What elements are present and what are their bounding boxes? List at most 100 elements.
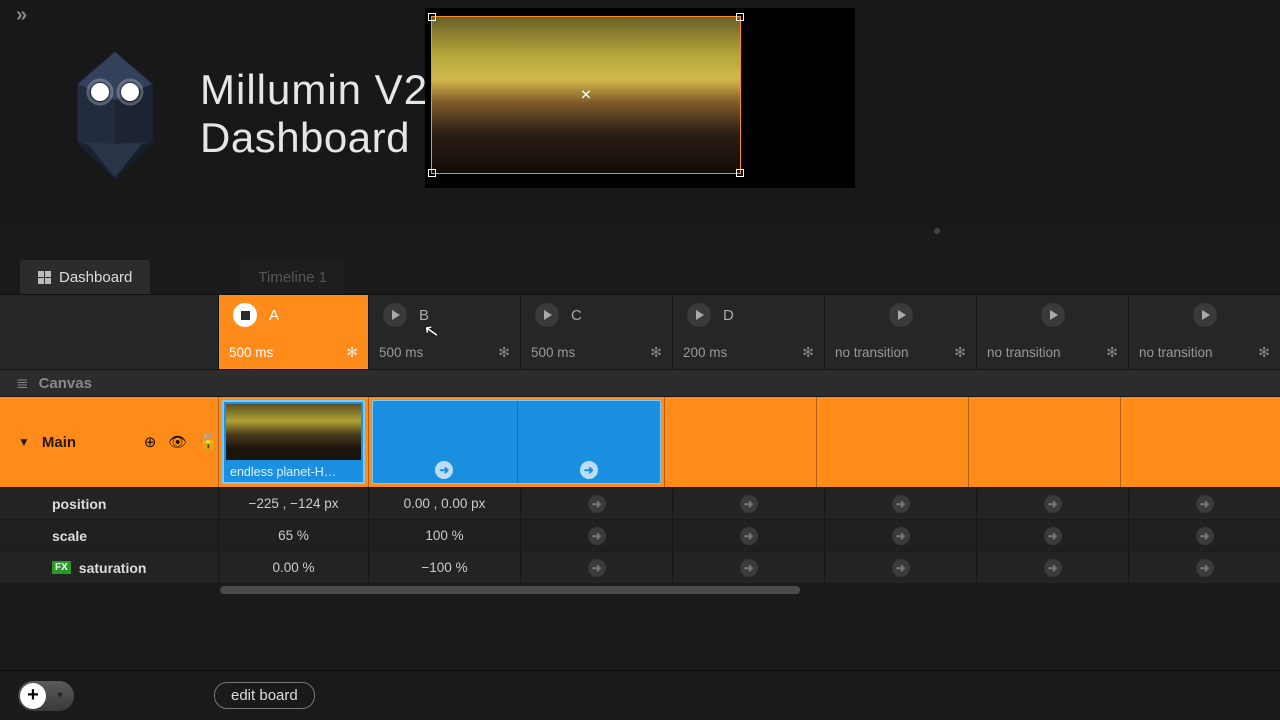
dashboard-grid-icon bbox=[38, 271, 51, 284]
expand-panel-icon[interactable]: » bbox=[16, 4, 27, 27]
horizontal-scrollbar[interactable] bbox=[0, 583, 1280, 597]
prop-scale-c[interactable]: ➜ bbox=[520, 520, 672, 551]
column-f[interactable]: no transition ✻ bbox=[976, 295, 1128, 369]
prop-saturation-c[interactable]: ➜ bbox=[520, 552, 672, 583]
disclosure-triangle-icon[interactable]: ▼ bbox=[18, 435, 30, 449]
prop-scale-f[interactable]: ➜ bbox=[976, 520, 1128, 551]
add-layer-button[interactable]: + ▾ bbox=[18, 681, 74, 711]
column-e[interactable]: no transition ✻ bbox=[824, 295, 976, 369]
clip-cell-bc[interactable]: ➜ ➜ bbox=[368, 397, 664, 487]
column-g[interactable]: no transition ✻ bbox=[1128, 295, 1280, 369]
app-title: Millumin V2 bbox=[200, 66, 428, 114]
stop-button[interactable] bbox=[233, 303, 257, 327]
dashboard-panel: A 500 ms ✻ B 500 ms ✻ C 500 ms bbox=[0, 294, 1280, 597]
prop-saturation-b[interactable]: −100 % bbox=[368, 552, 520, 583]
clip-continuation[interactable]: ➜ ➜ bbox=[372, 400, 661, 484]
gear-icon[interactable]: ✻ bbox=[650, 344, 662, 361]
prop-position-a[interactable]: −225 , −124 px bbox=[218, 488, 368, 519]
column-c-transition[interactable]: 500 ms bbox=[531, 345, 575, 360]
canvas-label: Canvas bbox=[39, 375, 92, 392]
selection-rect[interactable]: ✕ bbox=[431, 16, 741, 174]
canvas-preview-region: » Millumin V2 Dashboard ✕ bbox=[0, 0, 1280, 228]
prop-position-d[interactable]: ➜ bbox=[672, 488, 824, 519]
continue-arrow-icon[interactable]: ➜ bbox=[435, 461, 453, 479]
clip-cell-d[interactable] bbox=[664, 397, 816, 487]
prop-saturation-d[interactable]: ➜ bbox=[672, 552, 824, 583]
add-target-icon[interactable]: ⊕ bbox=[144, 433, 157, 451]
prop-position-e[interactable]: ➜ bbox=[824, 488, 976, 519]
prop-saturation-a[interactable]: 0.00 % bbox=[218, 552, 368, 583]
continue-arrow-icon: ➜ bbox=[1196, 559, 1214, 577]
prop-position-f[interactable]: ➜ bbox=[976, 488, 1128, 519]
clip-thumbnail bbox=[226, 404, 361, 460]
board-tabs: Dashboard Timeline 1 bbox=[20, 260, 345, 294]
prop-position-c[interactable]: ➜ bbox=[520, 488, 672, 519]
continue-arrow-icon: ➜ bbox=[1196, 527, 1214, 545]
resize-handle-tr[interactable] bbox=[736, 13, 744, 21]
prop-position-g[interactable]: ➜ bbox=[1128, 488, 1280, 519]
prop-scale-d[interactable]: ➜ bbox=[672, 520, 824, 551]
dropdown-chevron-icon[interactable]: ▾ bbox=[46, 690, 74, 701]
column-d-transition[interactable]: 200 ms bbox=[683, 345, 727, 360]
prop-saturation-f[interactable]: ➜ bbox=[976, 552, 1128, 583]
prop-saturation-e[interactable]: ➜ bbox=[824, 552, 976, 583]
column-g-transition[interactable]: no transition bbox=[1139, 345, 1213, 360]
column-c[interactable]: C 500 ms ✻ bbox=[520, 295, 672, 369]
continue-arrow-icon: ➜ bbox=[740, 559, 758, 577]
column-b-label: B bbox=[419, 307, 429, 324]
column-d[interactable]: D 200 ms ✻ bbox=[672, 295, 824, 369]
gear-icon[interactable]: ✻ bbox=[498, 344, 510, 361]
column-a[interactable]: A 500 ms ✻ bbox=[218, 295, 368, 369]
anchor-center-icon[interactable]: ✕ bbox=[580, 87, 592, 104]
column-b-transition[interactable]: 500 ms bbox=[379, 345, 423, 360]
play-button[interactable] bbox=[889, 303, 913, 327]
column-e-transition[interactable]: no transition bbox=[835, 345, 909, 360]
resize-handle-br[interactable] bbox=[736, 169, 744, 177]
play-button[interactable] bbox=[1193, 303, 1217, 327]
play-button[interactable] bbox=[535, 303, 559, 327]
lock-icon[interactable]: 🔓 bbox=[199, 433, 218, 451]
continue-arrow-icon[interactable]: ➜ bbox=[580, 461, 598, 479]
clip-cell-e[interactable] bbox=[816, 397, 968, 487]
gear-icon[interactable]: ✻ bbox=[346, 344, 358, 361]
column-f-transition[interactable]: no transition bbox=[987, 345, 1061, 360]
prop-row-saturation: FX saturation 0.00 % −100 % ➜ ➜ ➜ ➜ ➜ bbox=[0, 551, 1280, 583]
edit-board-button[interactable]: edit board bbox=[214, 682, 315, 709]
prop-saturation-g[interactable]: ➜ bbox=[1128, 552, 1280, 583]
clip-endless-planet[interactable]: endless planet-H… bbox=[222, 400, 365, 484]
prop-row-position: position −225 , −124 px 0.00 , 0.00 px ➜… bbox=[0, 487, 1280, 519]
tab-timeline[interactable]: Timeline 1 bbox=[240, 260, 345, 294]
column-a-transition[interactable]: 500 ms bbox=[229, 345, 273, 360]
continue-arrow-icon: ➜ bbox=[588, 527, 606, 545]
gear-icon[interactable]: ✻ bbox=[802, 344, 814, 361]
prop-scale-g[interactable]: ➜ bbox=[1128, 520, 1280, 551]
column-b[interactable]: B 500 ms ✻ bbox=[368, 295, 520, 369]
clip-cell-a[interactable]: endless planet-H… bbox=[218, 397, 368, 487]
canvas-preview[interactable]: ✕ bbox=[425, 8, 855, 188]
layer-main-header[interactable]: ▼ Main ⊕ 👁 🔓 bbox=[0, 397, 218, 487]
continue-arrow-icon: ➜ bbox=[740, 527, 758, 545]
gear-icon[interactable]: ✻ bbox=[1106, 344, 1118, 361]
layer-name[interactable]: Main bbox=[42, 434, 132, 451]
scrollbar-thumb[interactable] bbox=[220, 586, 800, 594]
prop-position-b[interactable]: 0.00 , 0.00 px bbox=[368, 488, 520, 519]
play-button[interactable] bbox=[383, 303, 407, 327]
canvas-header-row[interactable]: ≣ Canvas bbox=[0, 369, 1280, 397]
prop-scale-b[interactable]: 100 % bbox=[368, 520, 520, 551]
clip-cell-f[interactable] bbox=[968, 397, 1120, 487]
visibility-eye-icon[interactable]: 👁 bbox=[168, 433, 187, 451]
gear-icon[interactable]: ✻ bbox=[1258, 344, 1270, 361]
tab-dashboard[interactable]: Dashboard bbox=[20, 260, 150, 294]
column-d-label: D bbox=[723, 307, 734, 324]
millumin-logo bbox=[60, 44, 170, 184]
resize-handle-tl[interactable] bbox=[428, 13, 436, 21]
gear-icon[interactable]: ✻ bbox=[954, 344, 966, 361]
app-title-block: Millumin V2 Dashboard bbox=[60, 44, 428, 184]
clip-cell-g[interactable] bbox=[1120, 397, 1272, 487]
prop-scale-a[interactable]: 65 % bbox=[218, 520, 368, 551]
resize-handle-bl[interactable] bbox=[428, 169, 436, 177]
fx-badge: FX bbox=[52, 561, 71, 574]
prop-scale-e[interactable]: ➜ bbox=[824, 520, 976, 551]
play-button[interactable] bbox=[1041, 303, 1065, 327]
play-button[interactable] bbox=[687, 303, 711, 327]
